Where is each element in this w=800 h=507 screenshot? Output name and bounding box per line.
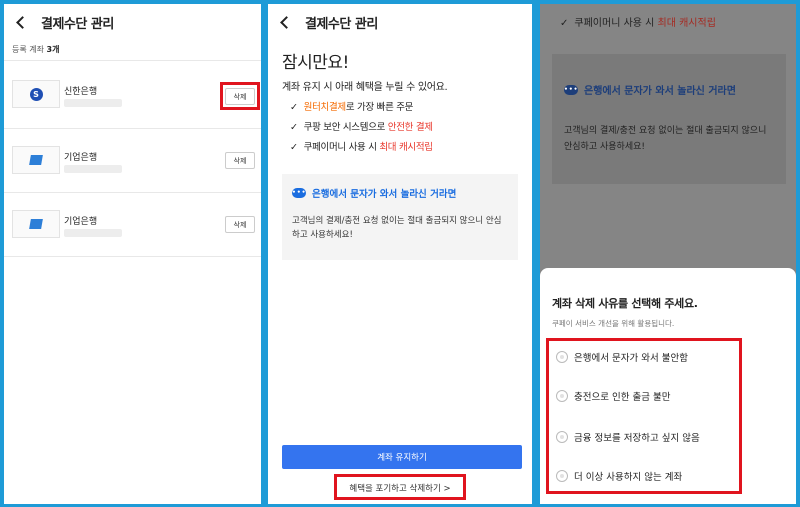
account-count: 등록 계좌 3개 [12, 45, 60, 54]
divider [4, 60, 261, 61]
delete-reason-screen: 쿠페이머니 사용 시 최대 캐시적립 ••• 은행에서 문자가 와서 놀라신 거… [540, 4, 796, 504]
divider [4, 256, 261, 257]
masked-account-number [64, 229, 122, 237]
notice-body: 고객님의 결제/충전 요청 없이는 절대 출금되지 않으니 안심하고 사용하세요… [292, 216, 502, 240]
retention-subtitle: 계좌 유지 시 아래 혜택을 누릴 수 있어요. [282, 82, 448, 93]
bank-logo [12, 146, 60, 174]
retention-heading: 잠시만요! [282, 53, 349, 73]
highlight-box [334, 474, 466, 500]
benefit-item: 쿠팡 보안 시스템으로 안전한 결제 [290, 118, 433, 138]
divider [4, 192, 261, 193]
sms-notice-card: ••• 은행에서 문자가 와서 놀라신 거라면 고객님의 결제/충전 요청 없이… [552, 54, 786, 184]
benefit-list: 원터치결제로 가장 빠른 주문 쿠팡 보안 시스템으로 안전한 결제 쿠페이머니… [290, 98, 433, 158]
page-title: 결제수단 관리 [41, 16, 114, 32]
header: 결제수단 관리 [4, 4, 261, 40]
shinhan-logo-icon: S [29, 87, 43, 101]
highlight-box [220, 82, 260, 110]
account-row-ibk-2: 기업은행 삭제 [4, 194, 261, 256]
bank-name: 기업은행 [64, 153, 98, 163]
bank-name: 기업은행 [64, 217, 98, 227]
sheet-subtitle: 쿠페이 서비스 개선을 위해 활용됩니다. [552, 319, 675, 328]
masked-account-number [64, 99, 122, 107]
delete-button[interactable]: 삭제 [225, 152, 255, 169]
back-arrow-icon[interactable] [280, 15, 293, 29]
header: 결제수단 관리 [268, 4, 532, 40]
bank-name: 신한은행 [64, 87, 98, 97]
chat-bubble-icon: ••• [564, 84, 579, 95]
benefit-item: 원터치결제로 가장 빠른 주문 [290, 98, 433, 118]
page-title: 결제수단 관리 [305, 16, 378, 32]
account-list-screen: 결제수단 관리 등록 계좌 3개 S 신한은행 삭제 기업은행 삭제 기업은행 … [4, 4, 261, 504]
reason-bottom-sheet: 계좌 삭제 사유를 선택해 주세요. 쿠페이 서비스 개선을 위해 활용됩니다.… [540, 268, 796, 504]
delete-button[interactable]: 삭제 [225, 216, 255, 233]
sms-notice-card: ••• 은행에서 문자가 와서 놀라신 거라면 고객님의 결제/충전 요청 없이… [282, 174, 518, 260]
bank-logo [12, 210, 60, 238]
dimmed-background: 쿠페이머니 사용 시 최대 캐시적립 ••• 은행에서 문자가 와서 놀라신 거… [540, 4, 796, 266]
ibk-logo-icon [29, 219, 43, 229]
keep-account-button[interactable]: 계좌 유지하기 [282, 445, 522, 469]
highlight-box [546, 338, 742, 494]
notice-title: ••• 은행에서 문자가 와서 놀라신 거라면 [564, 84, 736, 97]
benefit-item: 쿠페이머니 사용 시 최대 캐시적립 [290, 138, 433, 158]
divider [4, 128, 261, 129]
sheet-title: 계좌 삭제 사유를 선택해 주세요. [552, 297, 698, 310]
ibk-logo-icon [29, 155, 43, 165]
bank-logo: S [12, 80, 60, 108]
retention-screen: 결제수단 관리 잠시만요! 계좌 유지 시 아래 혜택을 누릴 수 있어요. 원… [268, 4, 532, 504]
notice-body: 고객님의 결제/충전 요청 없이는 절대 출금되지 않으니 안심하고 사용하세요… [564, 126, 767, 152]
back-arrow-icon[interactable] [16, 15, 29, 29]
benefit-item: 쿠페이머니 사용 시 최대 캐시적립 [560, 14, 716, 29]
notice-title: ••• 은행에서 문자가 와서 놀라신 거라면 [292, 188, 457, 200]
masked-account-number [64, 165, 122, 173]
account-row-ibk-1: 기업은행 삭제 [4, 130, 261, 192]
chat-bubble-icon: ••• [292, 188, 307, 198]
